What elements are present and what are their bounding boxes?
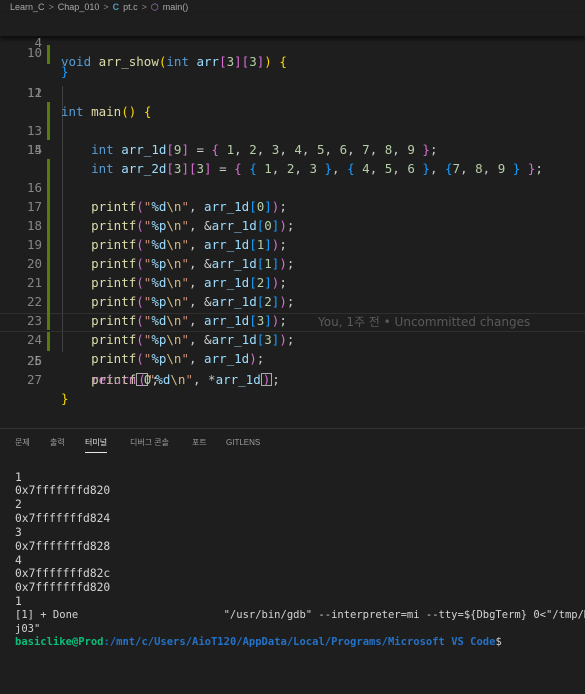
- tab-output[interactable]: 출력: [50, 436, 65, 452]
- breadcrumb-separator: >: [48, 2, 54, 12]
- line-number: 4: [34, 35, 42, 50]
- terminal-job-status: [1] + Done "/usr/bin/gdb" --interpreter=…: [15, 609, 585, 621]
- code-line: 20 printf("%d\n", arr_1d[2]);: [0, 216, 585, 290]
- code-text: }: [61, 391, 69, 406]
- code-line: 26 return 0;: [0, 332, 585, 387]
- panel-tab-bar: 문제 출력 터미널 디버그 콘솔 포트 GITLENS: [0, 436, 585, 453]
- line-number: 27: [26, 372, 42, 387]
- breadcrumb-item-subfolder[interactable]: Chap_010: [58, 2, 100, 12]
- tab-problems[interactable]: 문제: [15, 436, 30, 452]
- code-line: 13 int arr_1d[9] = { 1, 2, 3, 4, 5, 6, 7…: [0, 83, 585, 157]
- code-line: 19 printf("%p\n", &arr_1d[1]);: [0, 197, 585, 271]
- code-line-current: 25 printf("%d\n", *arr_1d); You, 1주 전 • …: [0, 313, 585, 387]
- code-line: 16 printf("%d\n", arr_1d[0]);: [0, 140, 585, 214]
- terminal-output-line: 0x7fffffffd828: [15, 540, 111, 553]
- breadcrumb-item-file[interactable]: pt.c: [123, 2, 138, 12]
- code-line: 17 printf("%p\n", &arr_1d[0]);: [0, 159, 585, 233]
- code-line: 24 printf("%p\n", arr_1d);: [0, 292, 585, 366]
- breadcrumb: Learn_C > Chap_010 > C pt.c > ⬡ main(): [0, 0, 585, 14]
- tab-gitlens[interactable]: GITLENS: [226, 436, 260, 452]
- terminal-prompt: basiclike@Prod:/mnt/c/Users/AioT120/AppD…: [15, 634, 502, 650]
- code-text: void arr_show(int arr[3][3]) {: [61, 54, 287, 69]
- git-added-indicator[interactable]: [47, 45, 50, 64]
- c-file-icon: C: [112, 2, 120, 12]
- code-text: return 0;: [91, 372, 159, 387]
- code-line: 23 printf("%p\n", &arr_1d[3]);: [0, 273, 585, 347]
- git-blame-annotation[interactable]: You, 1주 전 • Uncommitted changes: [318, 313, 530, 332]
- prompt-symbol: $: [495, 636, 502, 648]
- sticky-scroll-header[interactable]: 4 void arr_show(int arr[3][3]) {: [0, 14, 585, 69]
- terminal-output-line: 0x7fffffffd820: [15, 581, 111, 594]
- code-line: 4 void arr_show(int arr[3][3]) {: [0, 14, 585, 69]
- code-line: 18 printf("%d\n", arr_1d[1]);: [0, 178, 585, 252]
- prompt-user: basiclike@Prod: [15, 636, 104, 648]
- code-line: 21 printf("%p\n", &arr_1d[2]);: [0, 235, 585, 309]
- method-cube-icon: ⬡: [150, 1, 159, 12]
- tab-ports[interactable]: 포트: [192, 436, 207, 452]
- breadcrumb-separator: >: [141, 2, 147, 12]
- breadcrumb-separator: >: [103, 2, 109, 12]
- terminal-output-line: 0x7fffffffd820: [15, 484, 111, 497]
- breadcrumb-item-symbol[interactable]: main(): [163, 2, 189, 12]
- terminal-output-line: 0x7fffffffd824: [15, 512, 111, 525]
- prompt-path: :/mnt/c/Users/AioT120/AppData/Local/Prog…: [103, 636, 496, 648]
- panel-divider[interactable]: [0, 428, 585, 429]
- code-line: 14 int arr_2d[3][3] = { { 1, 2, 3 }, { 4…: [0, 102, 585, 176]
- tab-terminal[interactable]: 터미널: [85, 436, 108, 453]
- tab-debug-console[interactable]: 디버그 콘솔: [130, 436, 169, 452]
- breadcrumb-item-folder[interactable]: Learn_C: [10, 2, 45, 12]
- code-line: 22 printf("%d\n", arr_1d[3]);: [0, 254, 585, 328]
- code-line: 15: [0, 121, 585, 157]
- code-line: 27 }: [0, 351, 585, 406]
